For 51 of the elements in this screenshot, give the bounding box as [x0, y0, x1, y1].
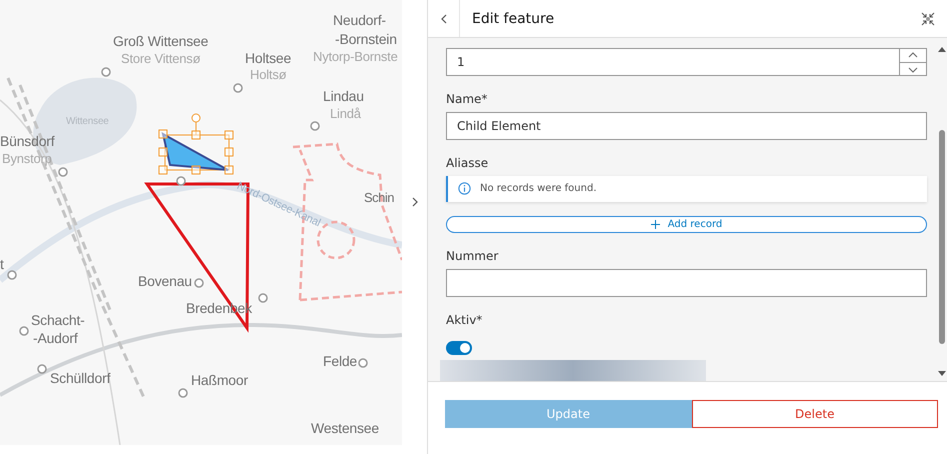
- number-field[interactable]: 1: [446, 48, 927, 76]
- place-label: Neudorf-: [333, 12, 386, 28]
- place-label: Bünsdorf: [0, 133, 54, 149]
- info-icon: [458, 182, 471, 196]
- place-label: Haßmoor: [191, 372, 248, 388]
- place-dot: [258, 293, 268, 303]
- scroll-up-arrow-icon[interactable]: [938, 46, 946, 52]
- place-label: Holtsee: [245, 50, 292, 66]
- delete-button[interactable]: Delete: [692, 400, 938, 428]
- place-label: Schacht-: [31, 312, 85, 328]
- add-record-button[interactable]: Add record: [446, 216, 927, 233]
- decrement-chevron-icon[interactable]: [900, 62, 926, 76]
- place-dot: [37, 364, 47, 374]
- field-label: Name*: [446, 92, 488, 106]
- toggle-switch[interactable]: [446, 341, 472, 355]
- place-dot: [58, 167, 68, 177]
- place-label: Lindau: [323, 88, 364, 104]
- place-label: Holtsø: [250, 67, 286, 82]
- field-label: Aliasse: [446, 156, 490, 170]
- panel-title: Edit feature: [472, 10, 556, 26]
- notice-text: No records were found.: [480, 183, 597, 194]
- selected-triangle[interactable]: [158, 114, 234, 174]
- text-field[interactable]: [446, 269, 927, 297]
- place-label: -Audorf: [33, 330, 78, 346]
- plus-icon: [650, 220, 660, 229]
- place-label: Lindå: [330, 106, 361, 121]
- place-label: Westensee: [311, 420, 379, 436]
- place-label: Schülldorf: [50, 370, 110, 386]
- place-label: Nytorp-Bornste: [313, 49, 398, 64]
- place-dot: [178, 388, 188, 398]
- scroll-down-arrow-icon[interactable]: [938, 371, 946, 377]
- collapse-arrows-icon[interactable]: [921, 12, 935, 26]
- place-label: Bovenau: [138, 273, 192, 289]
- text-field[interactable]: Child Element: [446, 112, 927, 140]
- place-dot: [194, 278, 204, 288]
- place-label: Groß Wittensee: [113, 33, 208, 49]
- place-label: Bynstorp: [2, 151, 52, 166]
- place-dot: [101, 67, 111, 77]
- place-dot: [358, 358, 368, 368]
- field-label: Aktiv*: [446, 313, 484, 327]
- place-label: t: [0, 256, 4, 272]
- place-dot: [19, 326, 29, 336]
- place-label: Felde: [323, 353, 358, 369]
- place-dot: [310, 121, 320, 131]
- place-label: Store Vittensø: [121, 51, 200, 66]
- field-label: Nummer: [446, 249, 500, 263]
- scrollbar-thumb[interactable]: [939, 130, 945, 344]
- place-dot: [7, 270, 17, 280]
- place-dot: [233, 83, 243, 93]
- place-label: -Bornstein: [335, 31, 397, 47]
- place-dot: [176, 176, 186, 186]
